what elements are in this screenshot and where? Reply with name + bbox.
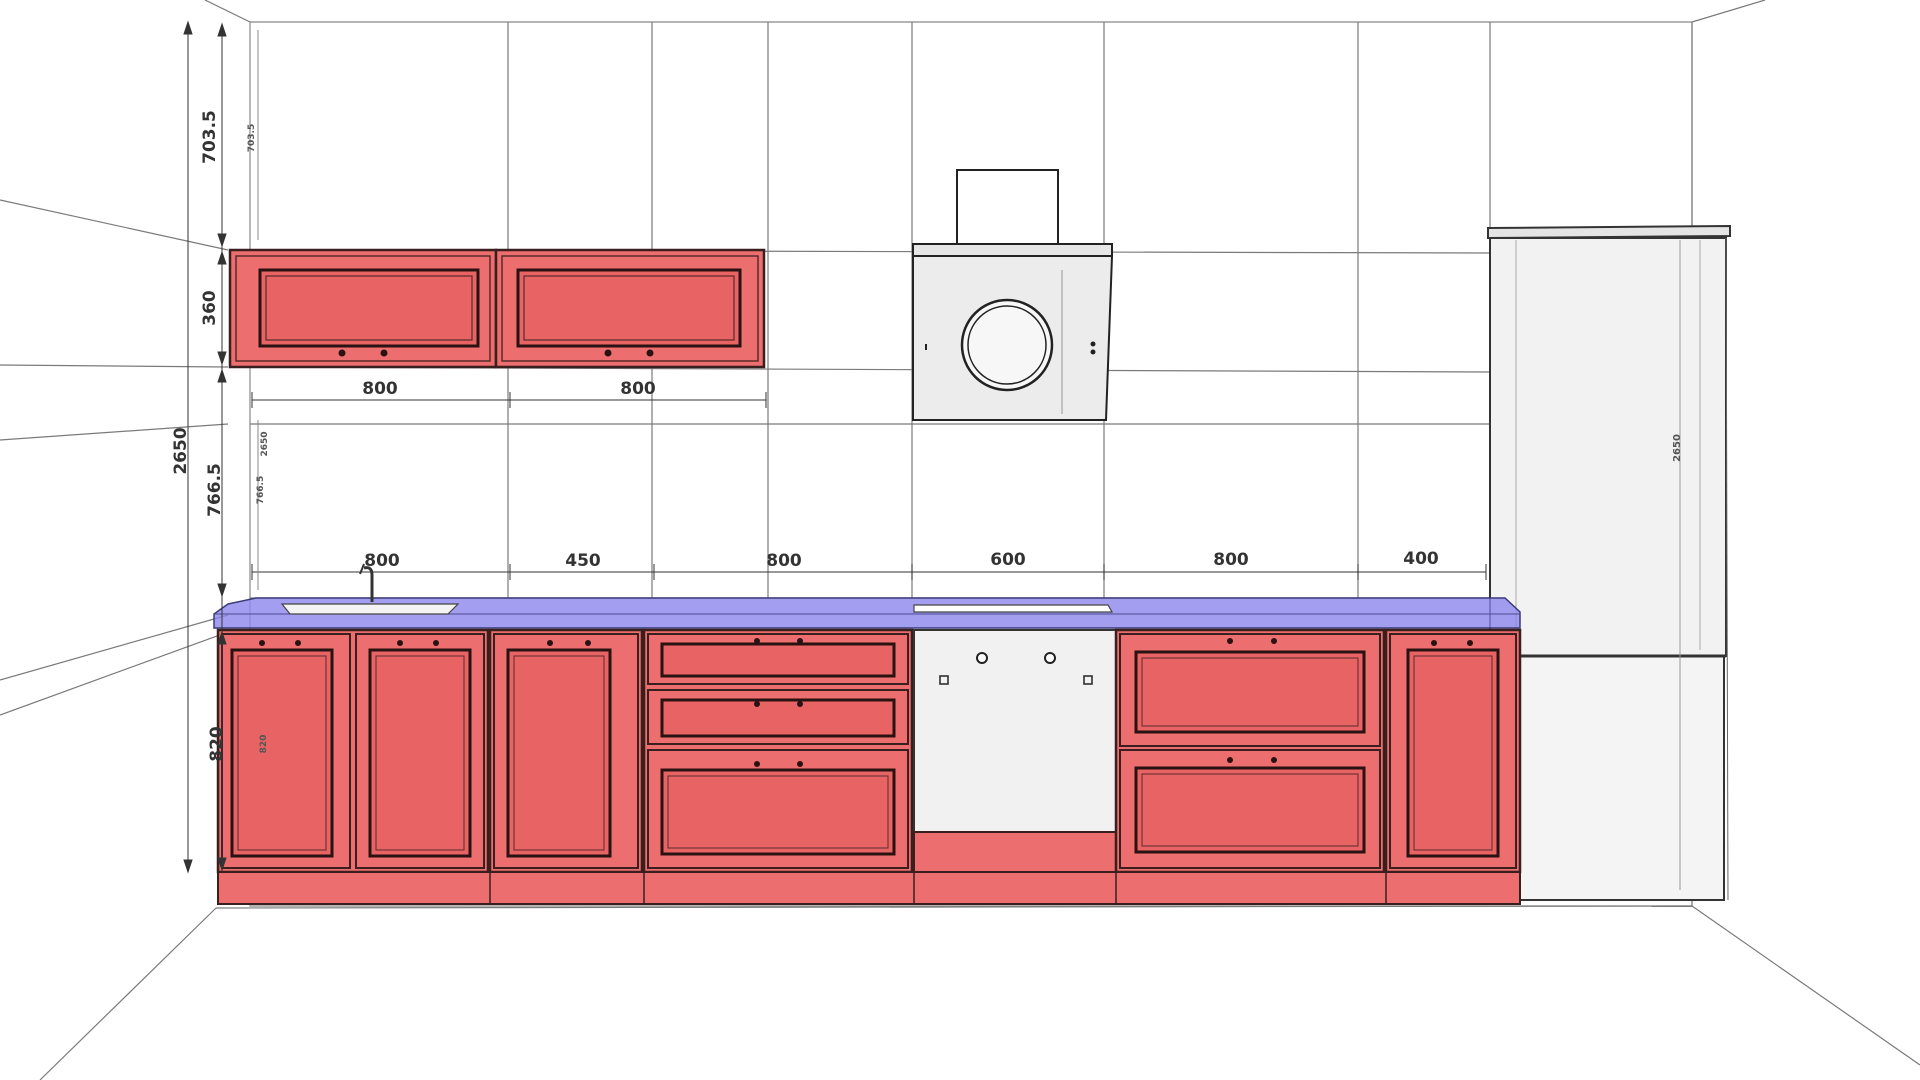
handle-icon xyxy=(646,349,654,357)
oven-knob-icon xyxy=(1044,652,1056,664)
dim-upper-height: 360 xyxy=(200,290,220,326)
base-cabinets xyxy=(216,628,1522,905)
dim-top-gap-small: 703.5 xyxy=(247,124,257,152)
dim-base-width-6: 400 xyxy=(1403,549,1439,569)
dim-upper-width-1: 800 xyxy=(362,379,398,399)
dim-top-gap: 703.5 xyxy=(200,110,220,164)
dim-mid-gap-small: 766.5 xyxy=(256,476,266,504)
upper-cabinets xyxy=(228,248,766,369)
handle-icon xyxy=(1227,638,1233,644)
dim-base-width-2: 450 xyxy=(565,551,601,571)
handle-icon xyxy=(1271,638,1277,644)
dim-mid-gap: 766.5 xyxy=(205,463,225,517)
dim-base-width-4: 600 xyxy=(990,550,1026,570)
upper-cabinet-right xyxy=(494,248,766,369)
sink xyxy=(280,603,460,615)
drawer-unit-two xyxy=(1114,628,1386,874)
oven xyxy=(913,629,1117,873)
drawer-unit-three xyxy=(642,628,914,874)
upper-cabinet-left xyxy=(228,248,498,369)
handle-icon xyxy=(1227,757,1233,763)
base-narrow-door xyxy=(1384,628,1522,874)
base-single-door xyxy=(488,628,644,874)
handle-icon xyxy=(380,349,388,357)
dim-base-width-5: 800 xyxy=(1213,550,1249,570)
handle-icon xyxy=(433,640,439,646)
range-hood xyxy=(912,169,1114,421)
handle-icon xyxy=(338,349,346,357)
plinth xyxy=(217,871,1521,905)
dim-base-height: 820 xyxy=(207,726,227,762)
dim-base-small: 820 xyxy=(259,735,269,754)
handle-icon xyxy=(797,701,803,707)
dim-fridge-height: 2650 xyxy=(1672,434,1683,462)
handle-icon xyxy=(295,640,301,646)
handle-icon xyxy=(797,638,803,644)
handle-icon xyxy=(1467,640,1473,646)
cooktop xyxy=(913,604,1114,613)
handle-icon xyxy=(754,761,760,767)
handle-icon xyxy=(585,640,591,646)
handle-icon xyxy=(397,640,403,646)
handle-icon xyxy=(754,701,760,707)
dim-base-width-3: 800 xyxy=(766,551,802,571)
dim-base-width-1: 800 xyxy=(364,551,400,571)
handle-icon xyxy=(754,638,760,644)
refrigerator xyxy=(1487,224,1731,901)
handle-icon xyxy=(259,640,265,646)
handle-icon xyxy=(604,349,612,357)
oven-knob-icon xyxy=(976,652,988,664)
kitchen-elevation-drawing: 800 800 800 450 800 600 800 400 2650 703… xyxy=(0,0,1920,1080)
dim-total-small: 2650 xyxy=(260,431,270,456)
handle-icon xyxy=(547,640,553,646)
handle-icon xyxy=(1271,757,1277,763)
handle-icon xyxy=(797,761,803,767)
hood-fan-icon xyxy=(960,298,1054,392)
handle-icon xyxy=(1431,640,1437,646)
dim-total-height: 2650 xyxy=(171,427,191,474)
dim-upper-width-2: 800 xyxy=(620,379,656,399)
